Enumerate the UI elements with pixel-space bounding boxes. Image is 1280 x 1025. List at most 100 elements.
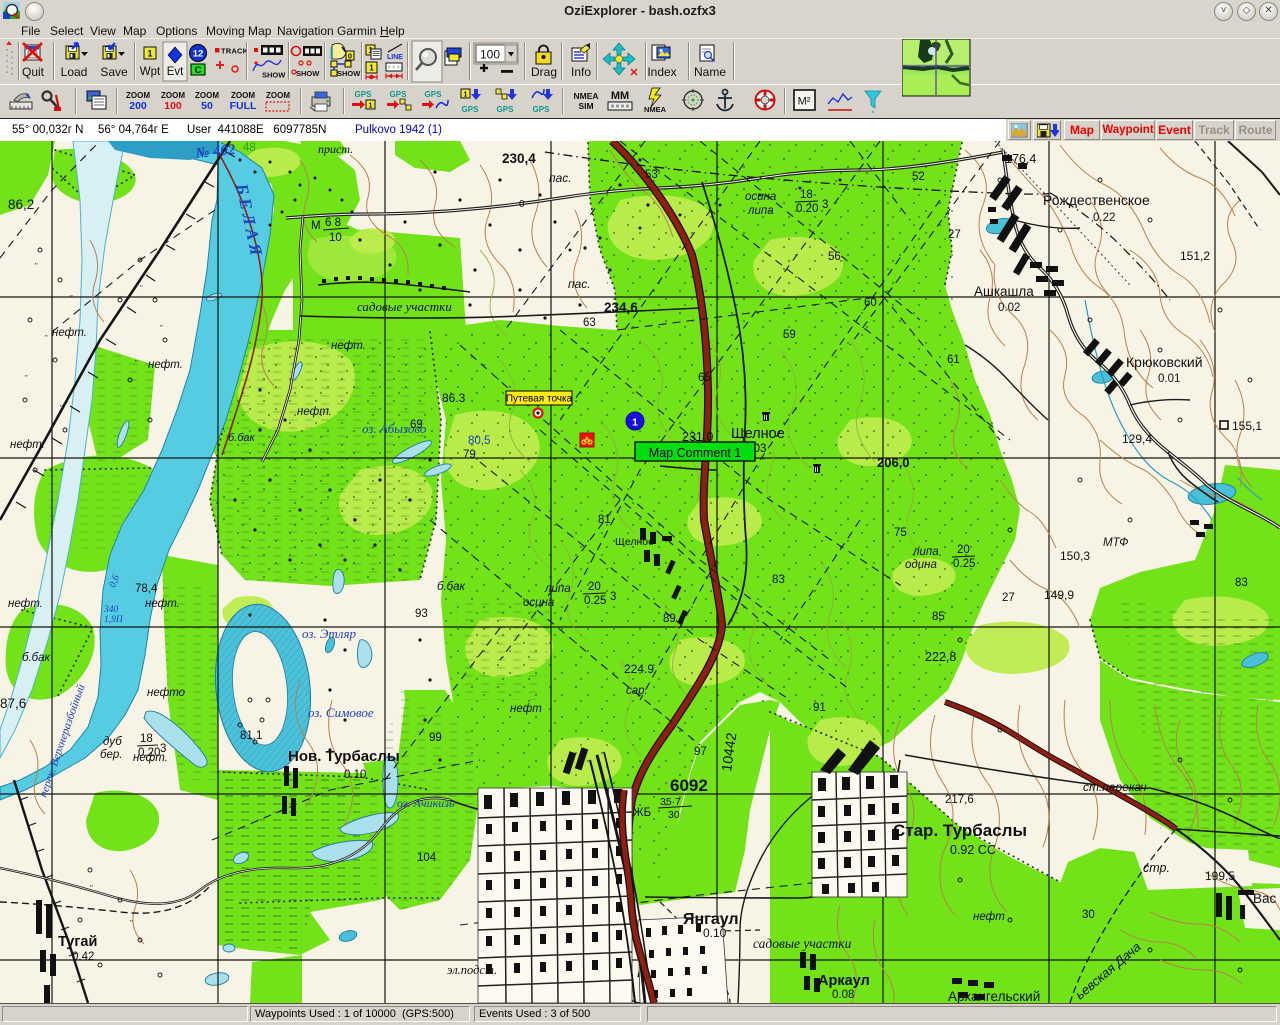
svg-text:27: 27 (1002, 592, 1015, 604)
svg-text:'': '' (60, 405, 63, 412)
svg-text:M²: M² (798, 96, 811, 108)
svg-text:Name: Name (694, 65, 726, 79)
svg-text:18: 18 (800, 189, 813, 201)
svg-text:'': '' (45, 335, 48, 342)
svg-text:18: 18 (140, 733, 153, 745)
svg-text:липа: липа (544, 583, 571, 595)
svg-text:86.3: 86.3 (442, 391, 466, 405)
svg-text:липа: липа (912, 546, 939, 558)
svg-text:Drag: Drag (531, 65, 557, 79)
svg-text:149,9: 149,9 (1044, 588, 1074, 602)
svg-text:нефт: нефт (510, 703, 542, 715)
svg-text:садовые участки: садовые участки (357, 299, 452, 314)
svg-text:1: 1 (464, 92, 468, 99)
svg-text:53: 53 (645, 169, 658, 181)
svg-text:1: 1 (632, 417, 638, 429)
svg-text:85: 85 (932, 611, 945, 623)
svg-text:'': '' (140, 285, 143, 292)
svg-text:нефто: нефто (147, 687, 186, 699)
svg-text:Крюковский: Крюковский (1126, 354, 1203, 370)
svg-text:224.9: 224.9 (624, 662, 654, 676)
svg-text:104: 104 (417, 852, 437, 864)
svg-text:6 8: 6 8 (325, 217, 341, 229)
svg-text:осина: осина (523, 597, 554, 609)
svg-text:52: 52 (912, 171, 925, 183)
svg-text:SIM: SIM (578, 101, 593, 111)
svg-text:151,2: 151,2 (1180, 249, 1210, 263)
svg-text:бер.: бер. (100, 749, 122, 761)
svg-text:69: 69 (410, 419, 423, 431)
svg-text:129,4: 129,4 (1122, 432, 1152, 446)
svg-text:80,5: 80,5 (468, 435, 490, 447)
svg-text:56: 56 (828, 251, 841, 263)
svg-text:0.25: 0.25 (584, 595, 606, 607)
svg-text:Ашкашла: Ашкашла (974, 284, 1034, 299)
svg-text:79: 79 (463, 449, 476, 461)
svg-text:нефт.: нефт. (145, 598, 180, 610)
svg-text:1: 1 (369, 103, 373, 110)
svg-text:97: 97 (694, 746, 707, 758)
svg-text:99: 99 (429, 732, 442, 744)
svg-text:230,4: 230,4 (502, 151, 536, 166)
svg-text:0.08: 0.08 (832, 989, 854, 1001)
svg-text:0.25: 0.25 (953, 558, 975, 570)
svg-text:нефт.: нефт. (148, 359, 183, 371)
svg-text:GPS: GPS (390, 90, 408, 99)
svg-text:199,5: 199,5 (1205, 869, 1235, 883)
svg-text:0: 0 (519, 199, 525, 210)
svg-text:ZOOM: ZOOM (126, 91, 150, 100)
svg-text:М: М (311, 220, 321, 232)
svg-text:Аркаул: Аркаул (818, 973, 870, 989)
svg-text:100: 100 (480, 48, 500, 62)
svg-text:3: 3 (822, 199, 828, 211)
svg-text:0.20: 0.20 (138, 747, 160, 759)
svg-text:дуб: дуб (103, 736, 122, 748)
svg-text:200: 200 (129, 100, 147, 112)
svg-text:83: 83 (772, 574, 785, 586)
svg-text:75: 75 (894, 527, 907, 539)
svg-text:GPS: GPS (425, 90, 443, 99)
svg-text:81,1: 81,1 (240, 730, 262, 742)
svg-text:93: 93 (415, 608, 428, 620)
svg-text:30: 30 (668, 809, 680, 821)
svg-text:'': '' (90, 885, 93, 892)
svg-text:NMEA: NMEA (573, 91, 598, 101)
svg-text:прист.: прист. (318, 142, 353, 156)
svg-text:Index: Index (647, 65, 676, 79)
svg-text:27: 27 (948, 229, 961, 241)
svg-text:GPS: GPS (497, 105, 515, 114)
svg-text:87,6: 87,6 (0, 696, 26, 711)
svg-text:0.10: 0.10 (703, 926, 727, 940)
svg-text:Щелное: Щелное (615, 536, 654, 548)
svg-text:нефт.: нефт. (331, 340, 366, 352)
svg-text:б.бак: б.бак (228, 432, 256, 444)
svg-text:нефт.: нефт. (8, 598, 43, 610)
svg-text:0.01: 0.01 (1158, 373, 1180, 385)
svg-text:ст.перекач: ст.перекач (1083, 780, 1147, 794)
svg-text:'': '' (25, 375, 28, 382)
svg-text:Путевая точка: Путевая точка (506, 394, 573, 405)
svg-text:81: 81 (598, 514, 611, 526)
svg-text:эл.подст.: эл.подст. (447, 963, 497, 977)
svg-text:Тугай: Тугай (58, 934, 97, 950)
svg-text:20: 20 (957, 544, 970, 556)
svg-text:GPS: GPS (355, 90, 373, 99)
svg-text:30: 30 (1082, 909, 1095, 921)
svg-text:Щелное: Щелное (731, 426, 785, 442)
svg-text:сар.: сар. (626, 685, 648, 697)
svg-text:0.10: 0.10 (344, 769, 366, 781)
svg-text:нефт.: нефт. (10, 439, 45, 451)
svg-text:48: 48 (243, 142, 256, 154)
svg-text:Стар. Турбаслы: Стар. Турбаслы (893, 821, 1027, 840)
svg-text:одина: одина (905, 559, 937, 571)
svg-text:83: 83 (1235, 577, 1248, 589)
svg-text:10: 10 (329, 232, 342, 244)
svg-text:0.42: 0.42 (72, 951, 94, 963)
svg-text:б.бак: б.бак (437, 581, 466, 593)
svg-text:стр.: стр. (1143, 861, 1170, 875)
svg-text:6092: 6092 (670, 776, 708, 795)
svg-text:86,2: 86,2 (8, 197, 34, 212)
svg-text:61: 61 (947, 354, 960, 366)
svg-text:ZOOM: ZOOM (266, 91, 290, 100)
svg-text:MM: MM (611, 90, 629, 102)
